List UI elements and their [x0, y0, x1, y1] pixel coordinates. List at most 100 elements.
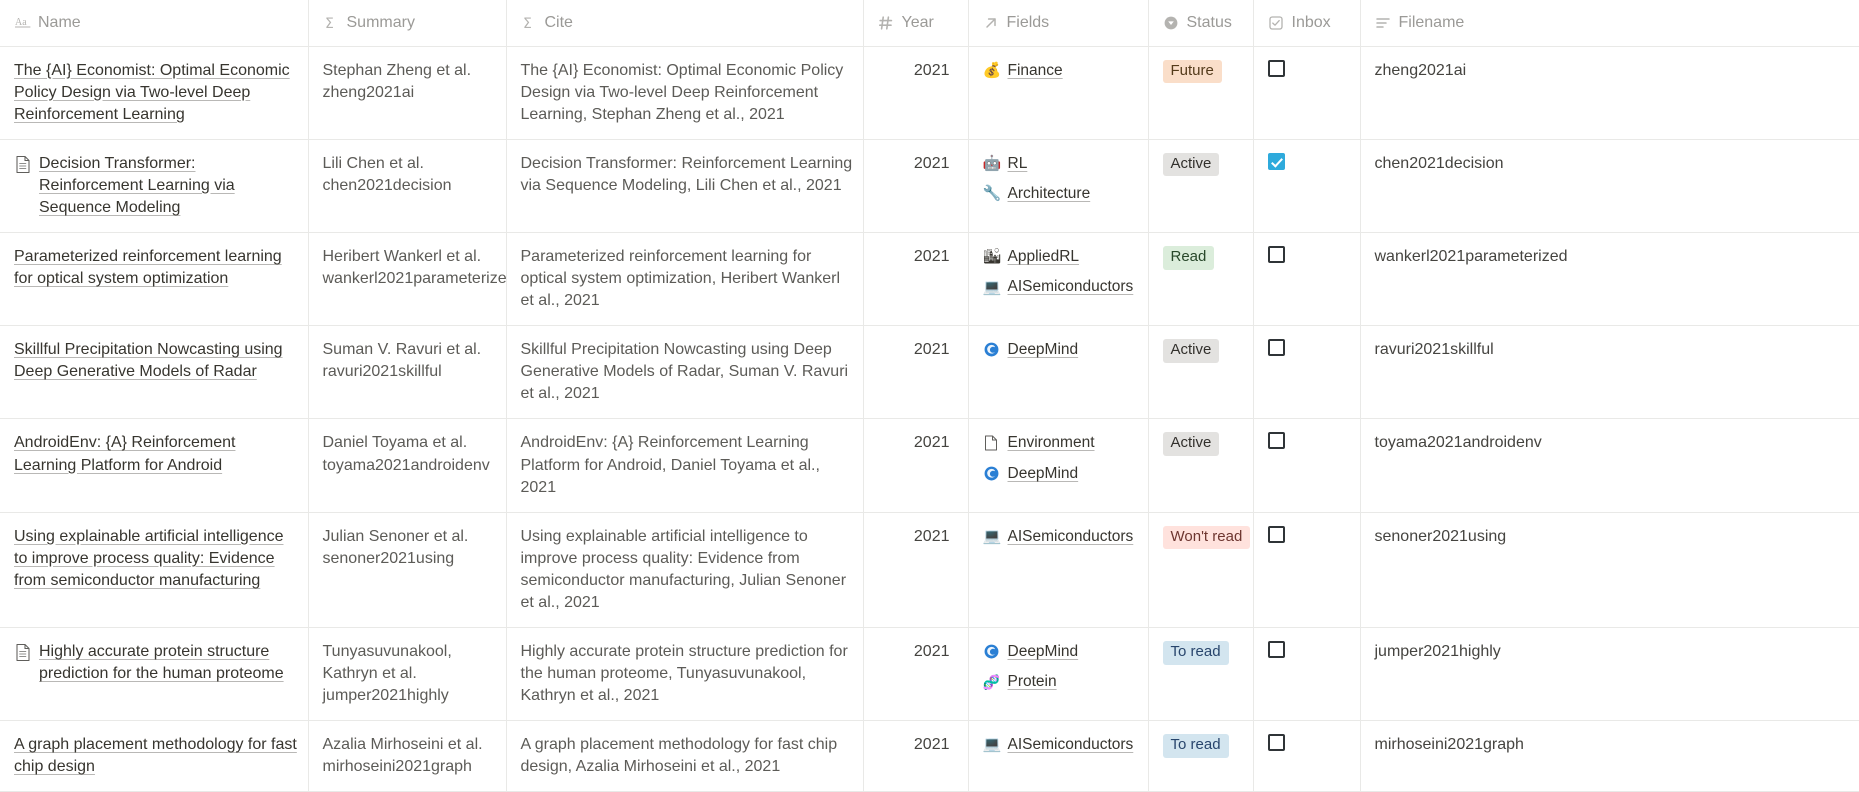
cell-year[interactable]: 2021 [863, 627, 969, 722]
checkbox-unchecked[interactable] [1267, 640, 1285, 658]
row-title-link[interactable]: Skillful Precipitation Nowcasting using … [14, 339, 298, 383]
field-label[interactable]: Finance [1008, 60, 1063, 81]
cell-summary[interactable]: Heribert Wankerl et al. wankerl2021param… [308, 232, 507, 327]
cell-inbox[interactable] [1253, 232, 1361, 327]
field-relation-item[interactable]: 🔧 Architecture [983, 183, 1138, 204]
cell-fields[interactable]: DeepMind [968, 325, 1149, 420]
cell-filename[interactable]: zheng2021ai [1360, 46, 1859, 140]
table-row[interactable]: Highly accurate protein structure predic… [0, 627, 1859, 722]
column-header-fields[interactable]: Fields [968, 0, 1149, 47]
column-header-inbox[interactable]: Inbox [1253, 0, 1361, 47]
cell-summary[interactable]: Julian Senoner et al. senoner2021using [308, 512, 507, 628]
field-relation-item[interactable]: DeepMind [983, 641, 1138, 662]
cell-fields[interactable]: DeepMind 🧬 Protein [968, 627, 1149, 722]
field-relation-item[interactable]: 🧬 Protein [983, 671, 1138, 692]
status-badge[interactable]: To read [1162, 640, 1229, 665]
cell-fields[interactable]: 💻 AISemiconductors [968, 720, 1149, 792]
row-title-link[interactable]: Parameterized reinforcement learning for… [14, 246, 298, 290]
cell-name[interactable]: The {AI} Economist: Optimal Economic Pol… [0, 46, 309, 140]
cell-name[interactable]: Using explainable artificial intelligenc… [0, 512, 309, 628]
cell-name[interactable]: Parameterized reinforcement learning for… [0, 232, 309, 327]
cell-status[interactable]: Read [1148, 232, 1254, 327]
table-row[interactable]: Skillful Precipitation Nowcasting using … [0, 325, 1859, 420]
status-badge[interactable]: To read [1162, 734, 1229, 758]
cell-fields[interactable]: 🏙 AppliedRL 💻 AISemiconductors [968, 232, 1149, 327]
cell-name[interactable]: Decision Transformer: Reinforcement Lear… [0, 139, 309, 233]
column-header-summary[interactable]: Σ Summary [308, 0, 507, 47]
cell-cite[interactable]: Decision Transformer: Reinforcement Lear… [506, 139, 864, 233]
cell-name[interactable]: A graph placement methodology for fast c… [0, 720, 309, 792]
status-badge[interactable]: Read [1162, 245, 1215, 270]
column-header-status[interactable]: Status [1148, 0, 1254, 47]
table-row[interactable]: Using explainable artificial intelligenc… [0, 512, 1859, 628]
field-label[interactable]: AISemiconductors [1008, 526, 1134, 547]
cell-inbox[interactable] [1253, 139, 1361, 233]
field-label[interactable]: AppliedRL [1008, 246, 1080, 267]
cell-fields[interactable]: Environment DeepMind [968, 418, 1149, 513]
field-label[interactable]: DeepMind [1008, 641, 1079, 662]
cell-filename[interactable]: toyama2021androidenv [1360, 418, 1859, 513]
cell-status[interactable]: Active [1148, 139, 1254, 233]
column-header-year[interactable]: Year [863, 0, 969, 47]
cell-filename[interactable]: mirhoseini2021graph [1360, 720, 1859, 792]
table-row[interactable]: AndroidEnv: {A} Reinforcement Learning P… [0, 418, 1859, 513]
cell-cite[interactable]: AndroidEnv: {A} Reinforcement Learning P… [506, 418, 864, 513]
cell-year[interactable]: 2021 [863, 325, 969, 420]
status-badge[interactable]: Active [1162, 339, 1220, 363]
cell-inbox[interactable] [1253, 627, 1361, 722]
cell-fields[interactable]: 💻 AISemiconductors [968, 512, 1149, 628]
field-relation-item[interactable]: Environment [983, 432, 1138, 453]
field-label[interactable]: Environment [1008, 432, 1095, 453]
table-row[interactable]: Parameterized reinforcement learning for… [0, 232, 1859, 327]
checkbox-unchecked[interactable] [1267, 59, 1285, 77]
cell-status[interactable]: Won't read [1148, 512, 1254, 628]
row-title-link[interactable]: Decision Transformer: Reinforcement Lear… [39, 153, 298, 219]
status-badge[interactable]: Future [1162, 59, 1222, 84]
cell-inbox[interactable] [1253, 418, 1361, 513]
checkbox-checked[interactable] [1267, 152, 1285, 170]
cell-filename[interactable]: chen2021decision [1360, 139, 1859, 233]
checkbox-unchecked[interactable] [1267, 734, 1285, 752]
row-title-link[interactable]: Using explainable artificial intelligenc… [14, 526, 298, 592]
row-title-link[interactable]: Highly accurate protein structure predic… [39, 641, 298, 685]
cell-year[interactable]: 2021 [863, 232, 969, 327]
cell-name[interactable]: Highly accurate protein structure predic… [0, 627, 309, 722]
cell-summary[interactable]: Stephan Zheng et al. zheng2021ai [308, 46, 507, 140]
status-badge[interactable]: Won't read [1162, 525, 1251, 550]
row-title-link[interactable]: AndroidEnv: {A} Reinforcement Learning P… [14, 432, 298, 476]
cell-status[interactable]: To read [1148, 720, 1254, 792]
field-label[interactable]: DeepMind [1008, 463, 1079, 484]
cell-summary[interactable]: Suman V. Ravuri et al. ravuri2021skillfu… [308, 325, 507, 420]
field-relation-item[interactable]: 🏙 AppliedRL [983, 246, 1138, 267]
cell-name[interactable]: AndroidEnv: {A} Reinforcement Learning P… [0, 418, 309, 513]
status-badge[interactable]: Active [1162, 152, 1220, 177]
table-row[interactable]: The {AI} Economist: Optimal Economic Pol… [0, 46, 1859, 140]
cell-year[interactable]: 2021 [863, 418, 969, 513]
field-relation-item[interactable]: 🤖 RL [983, 153, 1138, 174]
field-label[interactable]: RL [1008, 153, 1028, 174]
cell-inbox[interactable] [1253, 325, 1361, 420]
column-header-name[interactable]: Aa Name [0, 0, 309, 47]
cell-year[interactable]: 2021 [863, 512, 969, 628]
cell-cite[interactable]: A graph placement methodology for fast c… [506, 720, 864, 792]
column-header-filename[interactable]: Filename [1360, 0, 1859, 47]
status-badge[interactable]: Active [1162, 432, 1220, 457]
cell-cite[interactable]: Highly accurate protein structure predic… [506, 627, 864, 722]
field-label[interactable]: AISemiconductors [1008, 734, 1134, 755]
table-row[interactable]: Decision Transformer: Reinforcement Lear… [0, 139, 1859, 233]
field-relation-item[interactable]: 💻 AISemiconductors [983, 526, 1138, 547]
field-relation-item[interactable]: DeepMind [983, 339, 1138, 360]
cell-fields[interactable]: 🤖 RL 🔧 Architecture [968, 139, 1149, 233]
field-relation-item[interactable]: 💰 Finance [983, 60, 1138, 81]
cell-filename[interactable]: wankerl2021parameterized [1360, 232, 1859, 327]
cell-year[interactable]: 2021 [863, 720, 969, 792]
field-label[interactable]: Architecture [1008, 183, 1091, 204]
row-title-link[interactable]: A graph placement methodology for fast c… [14, 734, 298, 778]
cell-cite[interactable]: Using explainable artificial intelligenc… [506, 512, 864, 628]
cell-cite[interactable]: Skillful Precipitation Nowcasting using … [506, 325, 864, 420]
cell-summary[interactable]: Azalia Mirhoseini et al. mirhoseini2021g… [308, 720, 507, 792]
field-label[interactable]: Protein [1008, 671, 1057, 692]
cell-status[interactable]: Active [1148, 418, 1254, 513]
field-label[interactable]: AISemiconductors [1008, 276, 1134, 297]
cell-year[interactable]: 2021 [863, 139, 969, 233]
